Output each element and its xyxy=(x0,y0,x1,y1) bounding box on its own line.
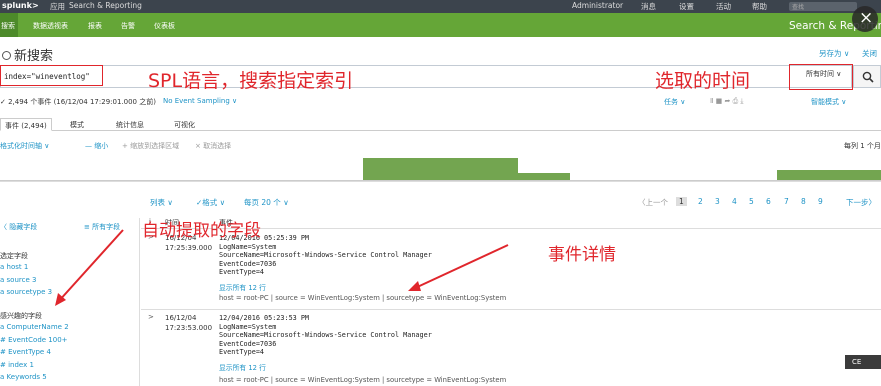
event-arrow-head xyxy=(408,281,421,291)
annotation-arrows xyxy=(55,229,509,306)
fields-arrow xyxy=(57,229,124,303)
close-overlay-icon[interactable]: × xyxy=(852,6,878,32)
corner-badge: CE xyxy=(845,355,881,369)
event-arrow xyxy=(412,244,509,290)
badge-text: CE xyxy=(852,358,862,366)
